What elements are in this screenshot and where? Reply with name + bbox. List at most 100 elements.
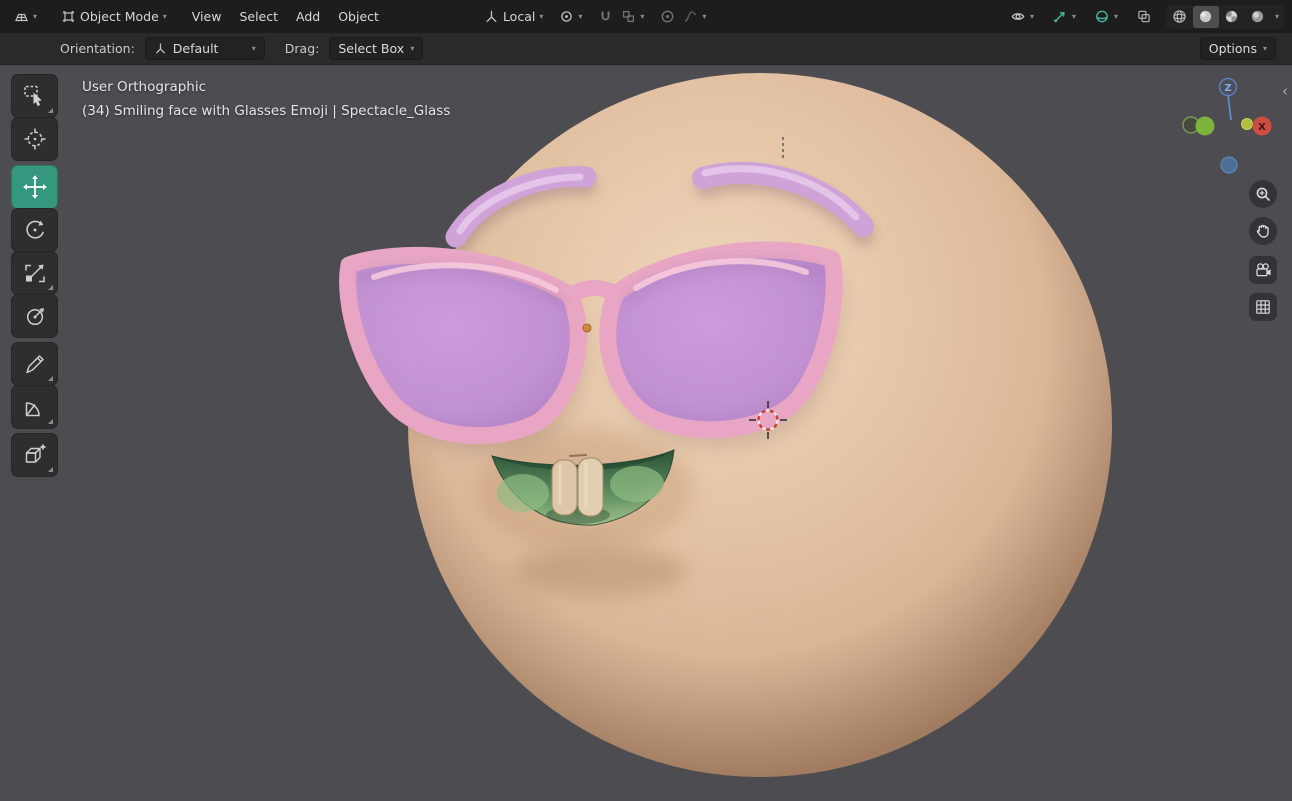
tool-scale[interactable] — [12, 252, 57, 294]
chevron-down-icon: ▾ — [410, 43, 415, 53]
editor-type-icon — [14, 9, 29, 24]
chevron-down-icon: ▾ — [1029, 11, 1034, 21]
show-gizmos-dropdown[interactable]: ▾ — [1004, 5, 1040, 28]
nose-pad-dot — [582, 323, 592, 333]
chevron-down-icon: ▾ — [33, 11, 38, 21]
hand-icon — [1256, 224, 1269, 238]
menu-select[interactable]: Select — [230, 4, 287, 29]
magnet-icon — [598, 9, 613, 24]
shading-solid-button[interactable] — [1192, 5, 1219, 28]
shading-material-button[interactable] — [1219, 6, 1245, 28]
gizmo-z-label: Z — [1224, 83, 1231, 94]
falloff-curve-icon — [683, 9, 698, 24]
toggle-ortho-button[interactable] — [1249, 293, 1277, 321]
chevron-down-icon: ▾ — [251, 43, 256, 53]
cursor-tool-icon — [24, 128, 45, 150]
gizmo-arrow-icon — [1054, 9, 1068, 23]
show-overlays-dropdown[interactable]: ▾ — [1088, 5, 1124, 28]
orientation-value: Local — [502, 9, 536, 24]
pan-hand-button[interactable] — [1249, 217, 1277, 245]
tool-measure[interactable] — [12, 386, 57, 428]
options-label: Options — [1208, 41, 1257, 56]
viewport-3d[interactable]: User Orthographic (34) Smiling face with… — [0, 65, 1292, 801]
proportional-editing-toggle[interactable] — [654, 5, 677, 28]
tool-cursor[interactable] — [12, 118, 57, 160]
emoji-head-model[interactable] — [339, 73, 1112, 777]
gizmo-y-axis[interactable] — [1195, 116, 1215, 136]
view-menus: View Select Add Object — [183, 4, 388, 29]
chevron-down-icon: ▾ — [702, 11, 707, 21]
eye-icon — [1010, 9, 1026, 24]
drag-mode-value: Select Box — [338, 41, 405, 56]
proportional-editing-icon — [660, 9, 675, 24]
proportional-falloff-dropdown[interactable]: ▾ — [681, 5, 712, 28]
overlays-sphere-icon — [1094, 9, 1110, 24]
material-sphere-icon — [1226, 10, 1238, 23]
xray-icon — [1136, 9, 1152, 24]
editor-type-dropdown[interactable]: ▾ — [8, 5, 43, 28]
right-lens — [599, 241, 843, 439]
measure-tool-icon — [25, 402, 40, 417]
chin-shadow — [512, 547, 688, 595]
menu-add[interactable]: Add — [287, 4, 329, 29]
orientation-axes-icon — [154, 42, 167, 55]
options-dropdown[interactable]: Options ▾ — [1199, 37, 1276, 60]
chevron-down-icon: ▾ — [1262, 43, 1267, 53]
tool-shelf — [12, 75, 57, 477]
tool-rotate[interactable] — [12, 209, 57, 251]
subtool-indicator — [48, 285, 53, 290]
header-bar: ▾ Object Mode ▾ View Select Add Object L… — [0, 0, 1292, 33]
subtool-indicator — [48, 376, 53, 381]
pivot-point-dropdown[interactable]: ▾ — [553, 5, 588, 28]
grid-icon — [1256, 300, 1270, 314]
gizmos-toggle-dropdown[interactable]: ▾ — [1046, 5, 1082, 28]
tool-settings-bar: Orientation: Default ▾ Drag: Select Box … — [0, 33, 1292, 65]
snap-magnet-toggle[interactable] — [592, 5, 615, 28]
chevron-down-icon: ▾ — [1071, 11, 1076, 21]
transform-tool-icon — [26, 308, 44, 326]
drag-label: Drag: — [284, 41, 320, 56]
camera-icon — [1256, 263, 1271, 277]
gizmo-small-axis[interactable] — [1241, 118, 1253, 130]
chevron-down-icon: ▾ — [1113, 11, 1118, 21]
tool-annotate[interactable] — [12, 343, 57, 385]
xray-toggle[interactable] — [1130, 5, 1158, 28]
chevron-down-icon: ▾ — [539, 11, 544, 21]
chevron-down-icon: ▾ — [640, 11, 645, 21]
orientation-default-dropdown[interactable]: Default ▾ — [144, 37, 265, 60]
rotate-tool-icon — [25, 220, 44, 239]
zoom-button[interactable] — [1249, 180, 1277, 208]
orientation-default-value: Default — [172, 41, 219, 56]
move-tool-icon — [22, 175, 47, 199]
tool-add-cube[interactable] — [12, 434, 57, 476]
subtool-indicator — [48, 108, 53, 113]
pivot-point-icon — [559, 9, 574, 24]
tool-tweak-select[interactable] — [12, 75, 57, 117]
shading-wireframe-button[interactable] — [1167, 6, 1193, 28]
header-right-cluster: ▾ ▾ ▾ ▾ — [1004, 4, 1284, 29]
camera-view-button[interactable] — [1249, 256, 1277, 284]
navigation-gizmo[interactable]: Z X — [1178, 78, 1288, 178]
sidebar-collapse-arrow[interactable]: ‹ — [1282, 82, 1288, 100]
menu-object[interactable]: Object — [329, 4, 388, 29]
shading-rendered-button[interactable] — [1245, 6, 1271, 28]
mode-label: Object Mode — [80, 9, 159, 24]
annotate-pencil-icon — [25, 355, 44, 374]
transform-orientation-dropdown[interactable]: Local ▾ — [478, 5, 549, 28]
subtool-indicator — [48, 419, 53, 424]
mode-dropdown[interactable]: Object Mode ▾ — [55, 5, 173, 28]
object-mode-icon — [63, 11, 74, 22]
tool-move[interactable] — [12, 166, 57, 208]
viewport-overlay-text: User Orthographic (34) Smiling face with… — [82, 76, 450, 123]
shading-mode-group: ▾ — [1165, 4, 1284, 29]
menu-view[interactable]: View — [183, 4, 231, 29]
gizmo-z-neg-axis[interactable] — [1220, 156, 1238, 174]
tool-transform[interactable] — [12, 295, 57, 337]
subtool-indicator — [48, 467, 53, 472]
chevron-down-icon[interactable]: ▾ — [1271, 12, 1283, 21]
snap-target-icon — [621, 9, 636, 24]
drag-mode-dropdown[interactable]: Select Box ▾ — [329, 37, 424, 60]
snap-target-dropdown[interactable]: ▾ — [619, 5, 650, 28]
orientation-label: Orientation: — [60, 41, 135, 56]
active-object-text: (34) Smiling face with Glasses Emoji | S… — [82, 102, 451, 119]
